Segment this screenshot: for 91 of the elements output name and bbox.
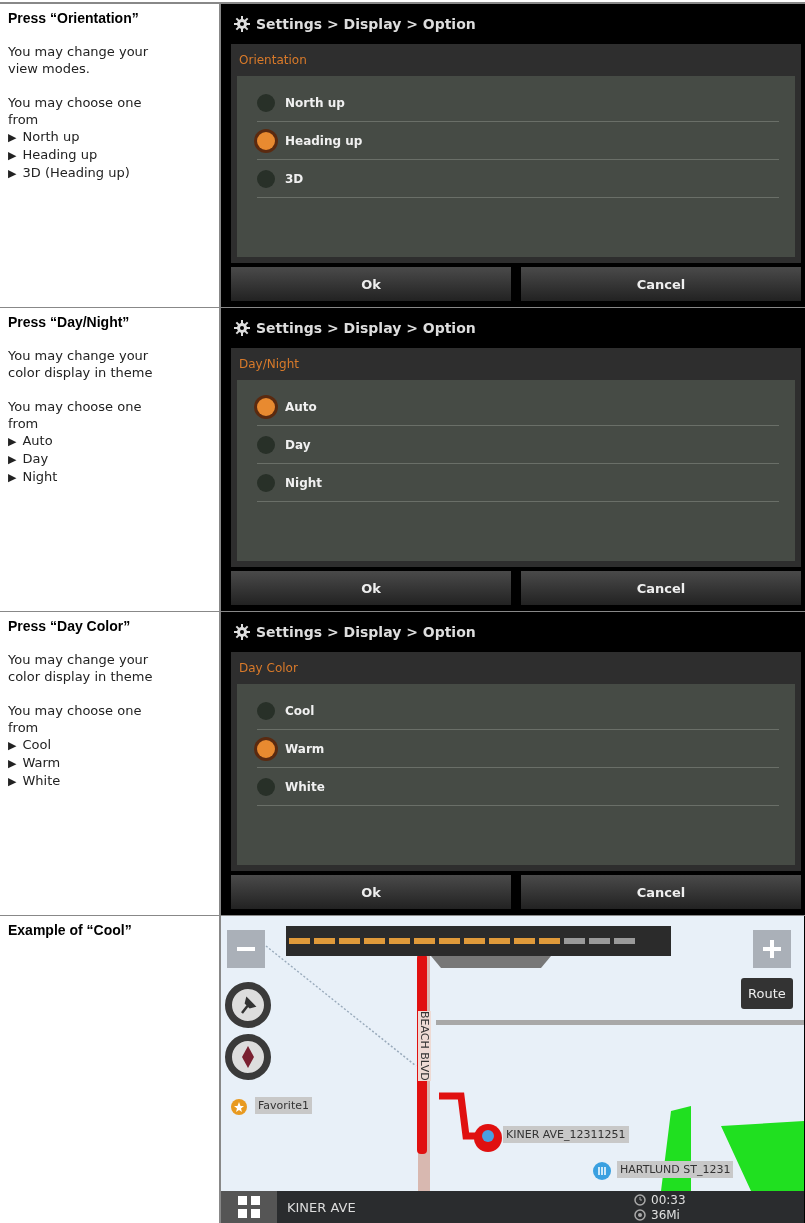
option-item[interactable]: 3D: [257, 160, 779, 198]
group-title: Day/Night: [238, 356, 300, 373]
plus-icon: [763, 940, 781, 958]
ok-button[interactable]: Ok: [231, 571, 511, 605]
grid-icon: [238, 1196, 260, 1218]
destination-label: KINER AVE_12311251: [503, 1126, 629, 1143]
option-item[interactable]: Night: [257, 464, 779, 502]
option-item[interactable]: Heading up: [257, 122, 779, 160]
description-text: You may choose one from: [8, 702, 143, 736]
radio-button[interactable]: [257, 397, 275, 416]
option-label: Day: [285, 437, 311, 452]
radio-button[interactable]: [257, 701, 275, 720]
list-item: 3D (Heading up): [22, 165, 130, 180]
list-item: Auto: [22, 433, 53, 448]
option-label: Cool: [285, 703, 315, 718]
ok-button[interactable]: Ok: [231, 267, 511, 301]
option-label: North up: [285, 95, 345, 110]
breadcrumb: Settings > Display > Option: [256, 624, 476, 640]
description-text: You may choose one from: [8, 398, 143, 432]
street-name: KINER AVE: [287, 1199, 357, 1215]
distance-icon: [634, 1208, 646, 1221]
step-title: Example of “Cool”: [8, 922, 133, 938]
cancel-button[interactable]: Cancel: [521, 875, 801, 909]
radio-button[interactable]: [257, 93, 275, 112]
option-label: Night: [285, 475, 323, 490]
bullet-icon: ▶: [8, 775, 17, 788]
radio-button[interactable]: [257, 169, 275, 188]
option-label: White: [285, 779, 325, 794]
bullet-icon: ▶: [8, 149, 17, 162]
list-item: Day: [22, 451, 49, 466]
poi-label: HARTLUND ST_1231: [617, 1161, 734, 1178]
list-item: Heading up: [22, 147, 98, 162]
breadcrumb: Settings > Display > Option: [256, 16, 476, 32]
list-item: Warm: [22, 755, 61, 770]
gear-icon: [234, 624, 250, 640]
description-text: You may change your color display in theme: [8, 347, 154, 381]
group-title: Day Color: [238, 660, 299, 677]
list-item: Night: [22, 469, 58, 484]
compass-needle-icon: [242, 1046, 254, 1068]
option-label: Heading up: [285, 133, 363, 148]
option-item[interactable]: Auto: [257, 388, 779, 426]
option-item[interactable]: White: [257, 768, 779, 806]
step-title: Press “Day/Night”: [8, 314, 131, 330]
road-label: BEACH BLVD: [418, 1011, 431, 1081]
list-item: Cool: [22, 737, 52, 752]
ok-button[interactable]: Ok: [231, 875, 511, 909]
remaining-time: 00:33: [651, 1192, 686, 1207]
option-item[interactable]: Day: [257, 426, 779, 464]
clock-icon: [634, 1193, 646, 1206]
option-item[interactable]: North up: [257, 84, 779, 122]
bullet-icon: ▶: [8, 453, 17, 466]
list-item: White: [22, 773, 61, 788]
option-label: 3D: [285, 171, 304, 186]
poi-icon: [593, 1162, 611, 1180]
bullet-icon: ▶: [8, 471, 17, 484]
route-button[interactable]: Route: [741, 978, 793, 1009]
description-text: You may change your view modes.: [8, 43, 150, 77]
radio-button[interactable]: [257, 777, 275, 796]
step-title: Press “Day Color”: [8, 618, 132, 634]
favorite-label: Favorite1: [255, 1097, 312, 1114]
option-label: Auto: [285, 399, 317, 414]
option-label: Warm: [285, 741, 325, 756]
gear-icon: [234, 16, 250, 32]
minus-icon: [237, 947, 255, 951]
radio-button[interactable]: [257, 131, 275, 150]
description-text: You may choose one from: [8, 94, 143, 128]
zoom-out-button[interactable]: [227, 930, 265, 968]
step-title: Press “Orientation”: [8, 10, 140, 26]
radio-button[interactable]: [257, 473, 275, 492]
pin-icon: [238, 995, 258, 1015]
remaining-distance: 36Mi: [651, 1207, 680, 1222]
gear-icon: [234, 320, 250, 336]
breadcrumb: Settings > Display > Option: [256, 320, 476, 336]
bullet-icon: ▶: [8, 435, 17, 448]
bullet-icon: ▶: [8, 739, 17, 752]
radio-button[interactable]: [257, 435, 275, 454]
zoom-in-button[interactable]: [753, 930, 791, 968]
bullet-icon: ▶: [8, 131, 17, 144]
bullet-icon: ▶: [8, 757, 17, 770]
description-text: You may change your color display in theme: [8, 651, 154, 685]
bullet-icon: ▶: [8, 167, 17, 180]
destination-pin-icon: [474, 1124, 502, 1152]
star-icon: [231, 1099, 247, 1115]
cancel-button[interactable]: Cancel: [521, 267, 801, 301]
list-item: North up: [22, 129, 80, 144]
cancel-button[interactable]: Cancel: [521, 571, 801, 605]
option-item[interactable]: Cool: [257, 692, 779, 730]
radio-button[interactable]: [257, 739, 275, 758]
group-title: Orientation: [238, 52, 308, 69]
option-item[interactable]: Warm: [257, 730, 779, 768]
menu-button[interactable]: [221, 1191, 277, 1223]
